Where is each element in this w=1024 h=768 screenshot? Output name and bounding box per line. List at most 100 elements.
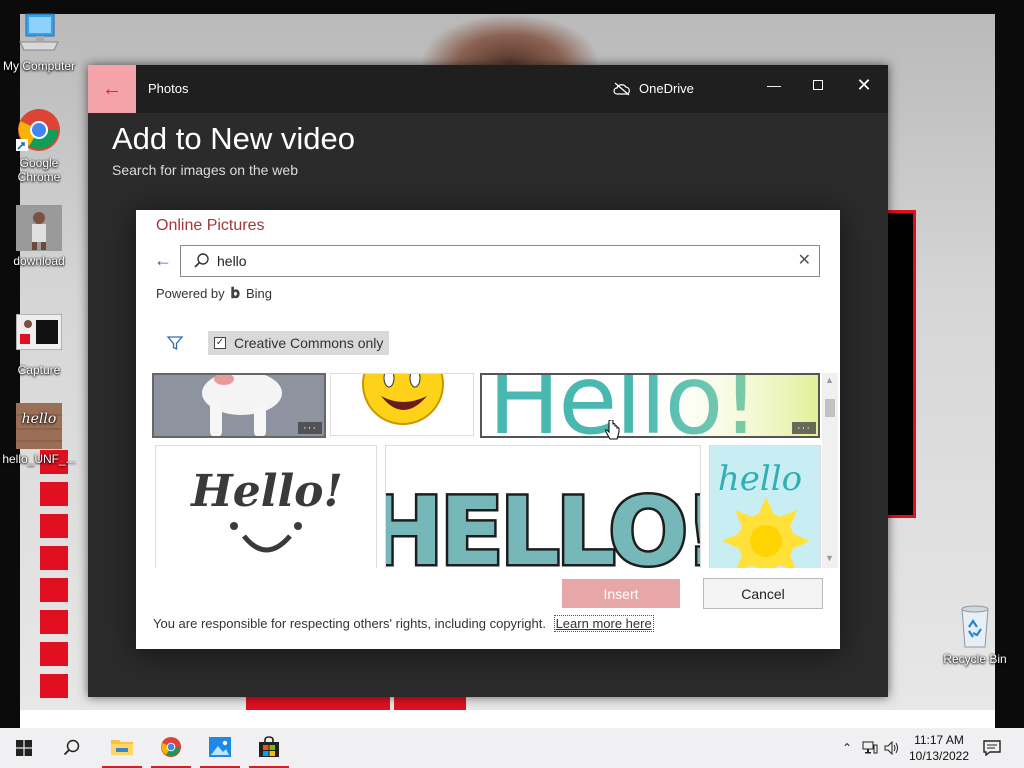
svg-text:hello: hello xyxy=(22,411,57,427)
scroll-up-icon[interactable]: ▲ xyxy=(825,375,834,385)
image-tile[interactable]: Hello! xyxy=(155,445,377,568)
clock[interactable]: 11:17 AM 10/13/2022 xyxy=(906,732,972,764)
checkbox-checked-icon[interactable]: ✓ xyxy=(214,337,226,349)
desktop-icon-chrome[interactable]: Google Chrome xyxy=(1,107,77,184)
hello-smiley-image: Hello! xyxy=(189,466,343,553)
taskbar: ⌃ 11:17 AM 10/13/2022 xyxy=(0,728,1024,768)
filter-icon xyxy=(166,336,184,351)
image-tile[interactable]: hello xyxy=(709,445,821,568)
desktop-icon-label: Google Chrome xyxy=(17,156,61,184)
taskbar-chrome[interactable] xyxy=(151,728,191,768)
bing-logo-icon: 𝐛 xyxy=(230,285,240,302)
image-tile[interactable]: Hello! ··· xyxy=(480,373,820,438)
app-name: Photos xyxy=(148,81,189,96)
folder-icon xyxy=(111,740,133,755)
cancel-button[interactable]: Cancel xyxy=(703,578,823,609)
desktop-icon-label: Recycle Bin xyxy=(943,652,1007,666)
scroll-down-icon[interactable]: ▼ xyxy=(825,553,834,563)
photos-icon xyxy=(209,737,231,757)
desktop-icon-label: download xyxy=(13,254,65,268)
close-button[interactable]: ✕ xyxy=(841,71,887,99)
title-bar: ← Photos OneDrive — ✕ xyxy=(88,65,888,113)
close-icon: ✕ xyxy=(797,252,811,269)
cloud-off-icon xyxy=(613,82,630,95)
store-icon xyxy=(259,736,279,757)
maximize-button[interactable] xyxy=(795,71,841,99)
notification-icon xyxy=(983,740,1001,756)
hello-caps-image: HELLO! xyxy=(386,476,700,569)
more-options-button[interactable]: ··· xyxy=(792,422,816,434)
tile-text: hello xyxy=(718,459,802,499)
desktop-icon-label: Capture xyxy=(17,363,61,377)
maximize-icon xyxy=(813,80,823,90)
image-tile[interactable]: HELLO! xyxy=(385,445,701,568)
minimize-button[interactable]: — xyxy=(751,71,797,99)
wallpaper-white-strip xyxy=(20,710,995,728)
image-results-grid: ··· Hello! ··· Hello! ELLO hello xyxy=(152,373,828,568)
image-file-icon: hello xyxy=(16,403,62,449)
search-taskbar-button[interactable] xyxy=(48,728,96,768)
chevron-up-icon[interactable]: ⌃ xyxy=(838,741,856,755)
search-icon xyxy=(194,253,209,268)
page-subtitle: Search for images on the web xyxy=(112,162,298,178)
smiley-image xyxy=(362,374,444,425)
results-scrollbar[interactable]: ▲ ▼ xyxy=(822,373,838,568)
image-file-icon xyxy=(16,205,62,251)
online-pictures-dialog: Online Pictures ← ✕ Powered by 𝐛 Bing ✓ … xyxy=(136,210,840,649)
chrome-icon xyxy=(16,107,62,153)
onedrive-label: OneDrive xyxy=(639,81,694,96)
image-tile[interactable]: ··· xyxy=(152,373,326,438)
desktop-icon-download[interactable]: download xyxy=(1,205,77,268)
dialog-title: Online Pictures xyxy=(156,217,265,234)
network-icon[interactable] xyxy=(862,741,878,755)
back-button[interactable]: ← xyxy=(88,65,136,113)
filter-button[interactable] xyxy=(166,334,184,357)
creative-commons-filter[interactable]: ✓ Creative Commons only xyxy=(208,331,390,355)
wallpaper-red-strip xyxy=(394,696,466,710)
hand-cursor-icon xyxy=(605,420,620,440)
system-tray: ⌃ xyxy=(838,728,900,768)
dialog-back-button[interactable]: ← xyxy=(154,250,172,271)
desktop-icon-hello-file[interactable]: hello hello_UNF_... xyxy=(1,403,77,466)
desktop-icon-my-computer[interactable]: My Computer xyxy=(1,10,77,73)
volume-icon[interactable] xyxy=(884,741,900,755)
windows-logo-icon xyxy=(16,740,32,756)
clear-search-button[interactable]: ✕ xyxy=(798,253,811,269)
arrow-left-icon: ← xyxy=(154,250,172,270)
clock-date: 10/13/2022 xyxy=(908,749,970,763)
learn-more-link[interactable]: Learn more here xyxy=(553,615,654,632)
onedrive-status[interactable]: OneDrive xyxy=(613,81,694,96)
notification-center-button[interactable] xyxy=(978,728,1006,768)
page-title: Add to New video xyxy=(112,121,355,156)
taskbar-file-explorer[interactable] xyxy=(102,728,142,768)
desktop-icon-capture[interactable]: Capture xyxy=(1,313,77,377)
rights-text: You are responsible for respecting other… xyxy=(153,616,546,631)
wallpaper-red-strip xyxy=(246,696,390,710)
search-box[interactable]: ✕ xyxy=(180,245,820,277)
more-options-button[interactable]: ··· xyxy=(298,422,322,434)
image-file-icon xyxy=(15,313,63,360)
hello-sun-image: hello xyxy=(710,446,820,568)
desktop-icon-recycle-bin[interactable]: Recycle Bin xyxy=(937,603,1013,666)
creative-commons-label: Creative Commons only xyxy=(234,335,384,351)
chrome-icon xyxy=(160,736,182,758)
taskbar-store[interactable] xyxy=(249,728,289,768)
hello-lettering-image: Hello! xyxy=(488,375,818,436)
image-tile[interactable] xyxy=(330,373,474,436)
scrollbar-thumb[interactable] xyxy=(825,399,835,417)
taskbar-photos[interactable] xyxy=(200,728,240,768)
minimize-icon: — xyxy=(767,77,781,93)
search-input[interactable] xyxy=(217,251,777,271)
desktop-icon-label: My Computer xyxy=(2,59,76,73)
recycle-bin-icon xyxy=(952,603,998,649)
rights-notice: You are responsible for respecting other… xyxy=(153,615,654,632)
computer-icon xyxy=(16,10,62,56)
bing-label: Bing xyxy=(245,286,273,301)
start-button[interactable] xyxy=(0,728,48,768)
insert-button[interactable]: Insert xyxy=(562,579,680,608)
close-icon: ✕ xyxy=(856,74,872,95)
search-icon xyxy=(63,739,80,756)
powered-by-text: Powered by xyxy=(156,286,225,301)
tile-text: Hello! xyxy=(189,466,343,517)
desktop-icon-label: hello_UNF_... xyxy=(2,452,76,466)
